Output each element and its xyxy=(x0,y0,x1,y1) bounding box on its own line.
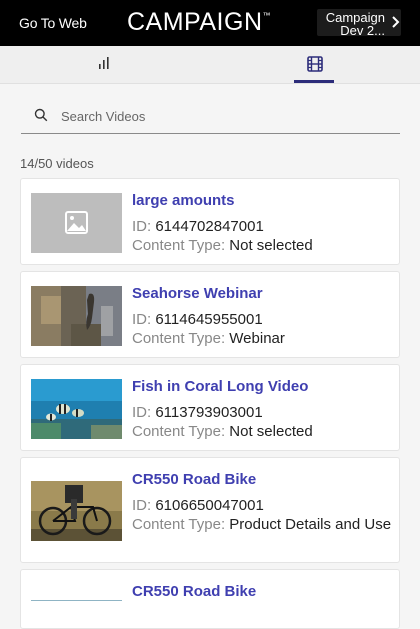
bar-chart-icon xyxy=(99,57,109,69)
top-bar: Go To Web CAMPAIGN™ Campaign Dev 2... xyxy=(0,0,420,46)
search-input[interactable] xyxy=(61,106,381,126)
content-type-row: Content Type: Not selected xyxy=(132,236,392,255)
video-info: CR550 Road Bike ID: 6106650047001 Conten… xyxy=(132,470,392,534)
content-type-label: Content Type: xyxy=(132,516,226,533)
video-title[interactable]: CR550 Road Bike xyxy=(132,582,392,601)
video-card[interactable]: CR550 Road Bike xyxy=(20,569,400,629)
video-title[interactable]: Fish in Coral Long Video xyxy=(132,377,392,396)
content-type-label: Content Type: xyxy=(132,237,226,254)
video-id-row: ID: 6113793903001 xyxy=(132,403,392,422)
content-type-label: Content Type: xyxy=(132,423,226,440)
video-info: CR550 Road Bike xyxy=(132,582,392,601)
content-type-value: Webinar xyxy=(229,330,285,347)
results-count: 14/50 videos xyxy=(20,156,94,171)
id-label: ID: xyxy=(132,404,152,421)
video-thumbnail xyxy=(31,193,122,253)
account-switcher[interactable]: Campaign Dev 2... xyxy=(317,9,401,38)
video-id: 6144702847001 xyxy=(155,218,264,235)
video-card[interactable]: Fish in Coral Long Video ID: 61137939030… xyxy=(20,364,400,451)
video-info: Seahorse Webinar ID: 6114645955001 Conte… xyxy=(132,284,392,348)
active-tab-indicator xyxy=(294,80,334,83)
brand-trademark: ™ xyxy=(262,11,271,20)
video-title[interactable]: large amounts xyxy=(132,191,392,210)
video-thumbnail xyxy=(31,286,122,346)
content-type-value: Product Details and Use xyxy=(229,516,392,533)
account-name-line2: Dev 2... xyxy=(340,23,385,38)
road-thumbnail xyxy=(31,600,122,601)
video-id: 6106650047001 xyxy=(155,497,264,514)
coral-fish-thumbnail xyxy=(31,379,122,439)
film-icon xyxy=(307,56,323,72)
tab-analytics[interactable] xyxy=(75,46,135,84)
content-type-row: Content Type: Webinar xyxy=(132,329,392,348)
video-id-row: ID: 6144702847001 xyxy=(132,217,392,236)
id-label: ID: xyxy=(132,497,152,514)
search-bar xyxy=(21,98,400,134)
tab-bar xyxy=(0,46,420,84)
cyclist-thumbnail xyxy=(31,481,122,541)
video-title[interactable]: CR550 Road Bike xyxy=(132,470,392,489)
content-type-value: Not selected xyxy=(229,423,313,440)
video-id: 6113793903001 xyxy=(155,404,263,421)
video-thumbnail xyxy=(31,379,122,439)
brand-text: CAMPAIGN xyxy=(127,8,263,36)
video-card[interactable]: CR550 Road Bike ID: 6106650047001 Conten… xyxy=(20,457,400,563)
video-card[interactable]: large amounts ID: 6144702847001 Content … xyxy=(20,178,400,265)
video-title[interactable]: Seahorse Webinar xyxy=(132,284,392,303)
video-thumbnail xyxy=(31,481,122,541)
video-card[interactable]: Seahorse Webinar ID: 6114645955001 Conte… xyxy=(20,271,400,358)
tab-videos[interactable] xyxy=(285,46,345,84)
video-info: Fish in Coral Long Video ID: 61137939030… xyxy=(132,377,392,441)
content-type-label: Content Type: xyxy=(132,330,226,347)
content-type-value: Not selected xyxy=(229,237,313,254)
video-id-row: ID: 6114645955001 xyxy=(132,310,392,329)
chevron-right-icon xyxy=(392,16,400,28)
id-label: ID: xyxy=(132,311,152,328)
id-label: ID: xyxy=(132,218,152,235)
video-id-row: ID: 6106650047001 xyxy=(132,496,392,515)
video-id: 6114645955001 xyxy=(155,311,263,328)
image-placeholder-icon xyxy=(65,211,88,234)
search-icon xyxy=(34,108,48,122)
content-type-row: Content Type: Product Details and Use xyxy=(132,515,392,534)
seahorse-thumbnail xyxy=(31,286,122,346)
content-type-row: Content Type: Not selected xyxy=(132,422,392,441)
video-info: large amounts ID: 6144702847001 Content … xyxy=(132,191,392,255)
